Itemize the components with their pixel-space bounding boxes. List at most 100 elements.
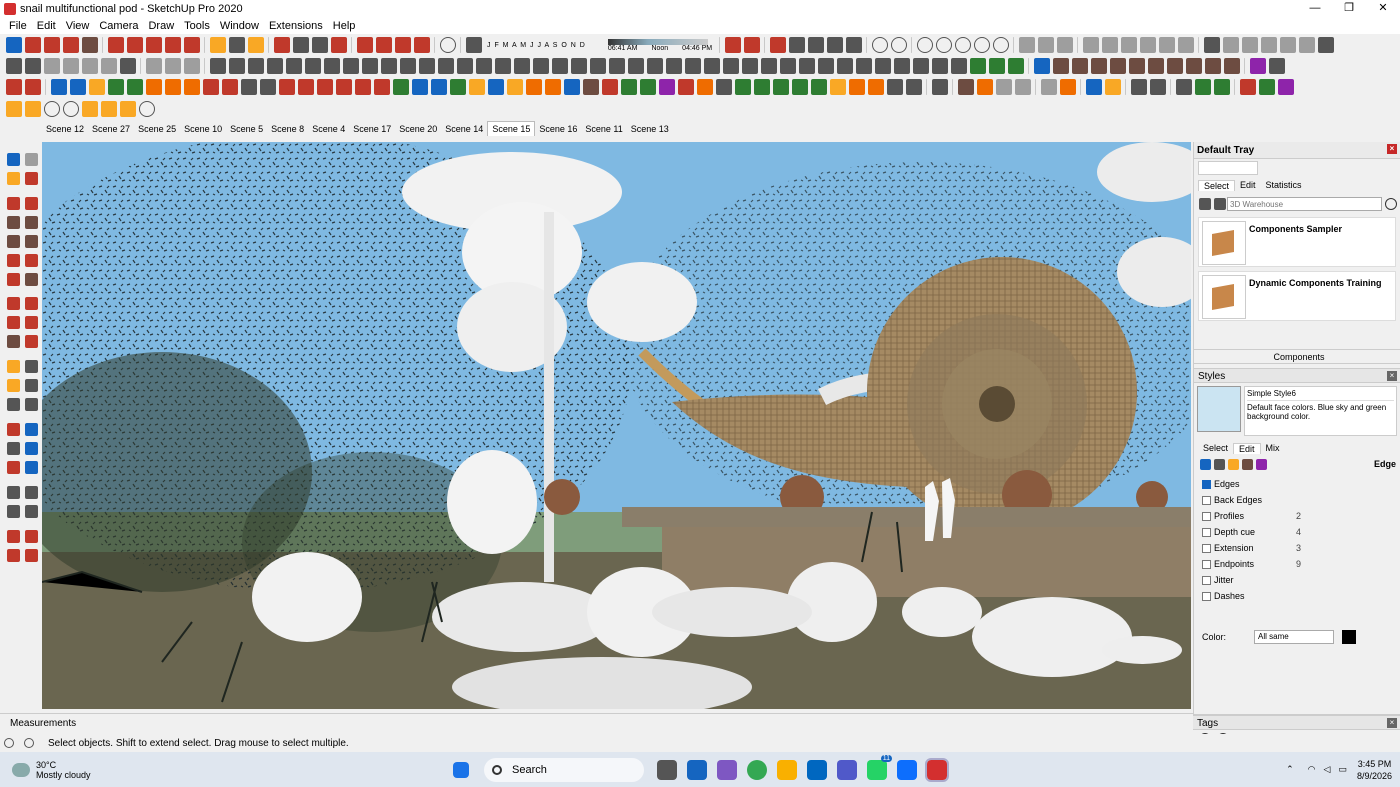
hidden-line-icon[interactable] <box>807 37 824 53</box>
plant-red-1-icon[interactable] <box>1239 79 1256 95</box>
sketchup-taskbar-icon[interactable] <box>925 757 949 782</box>
shield-icon[interactable] <box>1175 79 1192 95</box>
render-icon[interactable] <box>138 101 155 117</box>
lathe-icon[interactable] <box>513 58 530 74</box>
maximize-button[interactable]: ❐ <box>1332 0 1366 17</box>
solid-union-icon[interactable] <box>1222 37 1239 53</box>
tool-red-8-icon[interactable] <box>373 79 390 95</box>
tool-gray-3-icon[interactable] <box>715 79 732 95</box>
collection-components-sampler[interactable]: Components Sampler <box>1198 217 1396 267</box>
minimize-button[interactable]: — <box>1298 0 1332 17</box>
iso-view-icon[interactable] <box>1082 37 1099 53</box>
endpoints-value[interactable]: 9 <box>1296 559 1301 569</box>
previous-icon[interactable] <box>24 461 38 474</box>
freehand-icon[interactable] <box>62 37 79 53</box>
zoom-tool-icon[interactable] <box>6 442 20 455</box>
jitter-option[interactable]: Jitter <box>1202 572 1392 588</box>
checkbox-extension[interactable] <box>1202 543 1211 553</box>
shadow-time-slider[interactable] <box>607 38 708 45</box>
follow-me-icon[interactable] <box>126 37 143 53</box>
character-icon[interactable] <box>1277 79 1294 95</box>
section-fill-icon[interactable] <box>743 37 760 53</box>
solid-intersect-icon[interactable] <box>1241 37 1258 53</box>
battery-icon[interactable]: ▭ <box>1338 764 1347 775</box>
xray-icon[interactable] <box>769 37 786 53</box>
chrome-icon[interactable] <box>747 759 767 780</box>
tab-scene-27[interactable]: Scene 27 <box>88 122 134 136</box>
photos-icon[interactable] <box>897 759 917 780</box>
tool-blue-6-icon[interactable] <box>563 79 580 95</box>
add-detail-icon[interactable] <box>100 58 117 74</box>
rectangle-icon[interactable] <box>81 37 98 53</box>
zoom-extents-tool-icon[interactable] <box>6 461 20 474</box>
play-icon[interactable] <box>976 79 993 95</box>
layout-grid-5-icon[interactable] <box>1109 58 1126 74</box>
whatsapp-icon[interactable]: 11 <box>867 754 892 780</box>
layout-grid-10-icon[interactable] <box>1204 58 1221 74</box>
shaded-icon[interactable] <box>826 37 843 53</box>
protractor-icon[interactable] <box>1037 37 1054 53</box>
line-icon[interactable] <box>6 197 20 210</box>
edges-option[interactable]: Edges <box>1202 476 1392 492</box>
tab-style-select[interactable]: Select <box>1198 443 1233 453</box>
extension-value[interactable]: 3 <box>1296 543 1301 553</box>
solid-split-icon[interactable] <box>1298 37 1315 53</box>
menu-tools[interactable]: Tools <box>179 20 215 32</box>
share-model-icon[interactable] <box>24 530 38 543</box>
rotate-tool-icon[interactable] <box>6 316 20 329</box>
array-icon[interactable] <box>741 58 758 74</box>
home-icon[interactable] <box>1213 198 1226 210</box>
section-plane-icon[interactable] <box>724 37 741 53</box>
axes-icon[interactable] <box>1056 37 1073 53</box>
arc-icon[interactable] <box>209 58 226 74</box>
flip-edge-icon[interactable] <box>119 58 136 74</box>
select-icon[interactable] <box>6 153 20 166</box>
tool-orange-8-icon[interactable] <box>867 79 884 95</box>
smooth-icon[interactable] <box>665 58 682 74</box>
tool-yellow-2-icon[interactable] <box>468 79 485 95</box>
protractor-tool-icon[interactable] <box>6 379 20 392</box>
record-icon[interactable] <box>1014 79 1031 95</box>
ruler-tool-icon[interactable] <box>1085 79 1102 95</box>
tab-scene-11[interactable]: Scene 11 <box>581 122 626 136</box>
tool-red-9-icon[interactable] <box>601 79 618 95</box>
warehouse-search-input[interactable] <box>1227 197 1382 211</box>
tab-scene-10[interactable]: Scene 10 <box>180 122 226 136</box>
push-pull-tool-icon[interactable] <box>24 297 38 310</box>
previous-view-icon[interactable] <box>992 37 1009 53</box>
menu-window[interactable]: Window <box>215 20 264 32</box>
circle-icon[interactable] <box>285 58 302 74</box>
tool-red-3-icon[interactable] <box>278 79 295 95</box>
close-styles-icon[interactable]: × <box>1387 371 1397 381</box>
dimension-tool-icon[interactable] <box>24 360 38 373</box>
checkbox-back-edges[interactable] <box>1202 495 1211 505</box>
layout-grid-3-icon[interactable] <box>1071 58 1088 74</box>
dimension-icon[interactable] <box>1018 37 1035 53</box>
weather-widget[interactable]: 30°C Mostly cloudy <box>12 760 91 780</box>
dashes-option[interactable]: Dashes <box>1202 588 1392 604</box>
sun-settings-icon[interactable] <box>5 101 22 117</box>
wifi-icon[interactable]: ◠ <box>1308 764 1316 775</box>
close-tray-icon[interactable]: × <box>1387 144 1397 154</box>
bend-icon[interactable] <box>551 58 568 74</box>
layout-grid-4-icon[interactable] <box>1090 58 1107 74</box>
tool-green-9-icon[interactable] <box>772 79 789 95</box>
back-view-icon[interactable] <box>1158 37 1175 53</box>
tab-style-edit[interactable]: Edit <box>1233 442 1261 454</box>
tab-select[interactable]: Select <box>1198 179 1236 191</box>
subdivide-icon[interactable] <box>646 58 663 74</box>
model-viewport[interactable] <box>42 142 1191 709</box>
extrude-icon[interactable] <box>456 58 473 74</box>
modeling-settings-icon[interactable] <box>1255 458 1267 470</box>
menu-extensions[interactable]: Extensions <box>264 20 328 32</box>
tab-scene-8[interactable]: Scene 8 <box>267 122 308 136</box>
two-point-arc-icon[interactable] <box>228 58 245 74</box>
zoom-icon[interactable] <box>311 37 328 53</box>
flow-icon[interactable] <box>608 58 625 74</box>
shadow-settings[interactable]: J F M A M J J A S O N D 06:41 AM Noon 04… <box>487 37 712 53</box>
zoom-extents-icon[interactable] <box>330 37 347 53</box>
tool-orange-3-icon[interactable] <box>183 79 200 95</box>
tool-red-5-icon[interactable] <box>316 79 333 95</box>
tool-gray-2-icon[interactable] <box>259 79 276 95</box>
layout-icon[interactable] <box>394 37 411 53</box>
